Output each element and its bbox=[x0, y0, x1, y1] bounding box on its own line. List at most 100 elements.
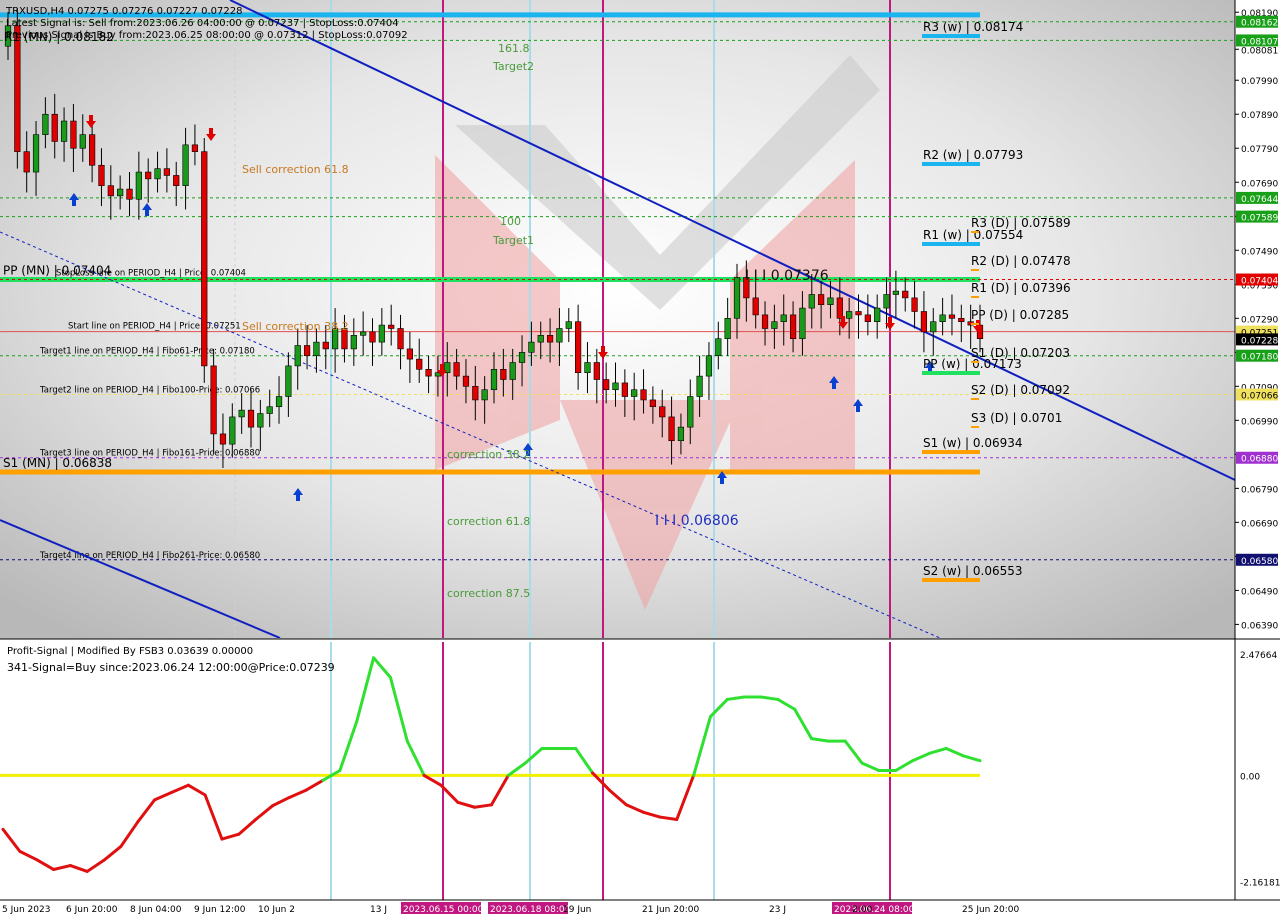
candle-body bbox=[761, 314, 769, 329]
candle-body bbox=[920, 311, 928, 333]
time-label: 5 Jun 2023 bbox=[2, 905, 50, 915]
level-label-start: Start line on PERIOD_H4 | Price: 0.07251 bbox=[68, 322, 241, 332]
candle-body bbox=[930, 321, 937, 333]
candle-body bbox=[126, 188, 133, 200]
candle-body bbox=[509, 362, 516, 380]
candle-body bbox=[546, 335, 554, 343]
candle-body bbox=[416, 358, 423, 370]
annotation-label: correction 38.2 bbox=[447, 448, 530, 461]
time-tag-label: 2023.06.18 08:00 bbox=[490, 905, 571, 915]
candle-body bbox=[911, 297, 918, 312]
candle-body bbox=[612, 382, 619, 391]
candle-body bbox=[500, 369, 507, 380]
annotation-label: I I I 0.06806 bbox=[655, 513, 739, 529]
candle-body bbox=[518, 352, 526, 363]
candle-body bbox=[285, 365, 292, 397]
candle-body bbox=[462, 375, 470, 387]
candle-body bbox=[556, 328, 563, 343]
candle-body bbox=[406, 348, 413, 360]
time-label: 13 J bbox=[370, 905, 387, 915]
candle-body bbox=[892, 290, 899, 295]
price-tick-label: 0.08081 bbox=[1241, 46, 1278, 56]
candle-body bbox=[902, 290, 909, 299]
candle-body bbox=[135, 171, 142, 200]
level-label-target4: Target4 line on PERIOD_H4 | Fibo261-Pric… bbox=[39, 551, 260, 561]
candle-body bbox=[733, 277, 741, 319]
candle-body bbox=[89, 134, 96, 166]
candle-body bbox=[378, 324, 385, 343]
candle-body bbox=[163, 168, 170, 176]
time-label: 23 J bbox=[769, 905, 786, 915]
candle-body bbox=[603, 379, 610, 391]
candle-body bbox=[874, 307, 881, 323]
candle-body bbox=[799, 307, 806, 340]
candle-body bbox=[107, 185, 114, 197]
candle-body bbox=[575, 321, 582, 374]
candle-body bbox=[621, 382, 628, 397]
candle-body bbox=[864, 314, 871, 323]
candle-body bbox=[565, 321, 572, 329]
candle-body bbox=[939, 314, 946, 323]
price-tag-label: 0.07589 bbox=[1241, 214, 1278, 224]
candle-body bbox=[593, 362, 600, 380]
candle-body bbox=[528, 341, 535, 353]
candle-body bbox=[42, 113, 49, 135]
time-tag-label: 2023.06.24 08:00 bbox=[834, 905, 915, 915]
candle-body bbox=[145, 171, 152, 180]
price-tag-label: 0.07180 bbox=[1241, 353, 1278, 363]
candle-body bbox=[705, 355, 713, 377]
candle-body bbox=[397, 328, 404, 350]
time-label: 25 Jun 20:00 bbox=[962, 905, 1019, 915]
oscillator-title: Profit-Signal | Modified By FSB3 0.03639… bbox=[7, 646, 253, 657]
oscillator-axis-label: 0.00 bbox=[1240, 772, 1260, 782]
candle-body bbox=[173, 175, 180, 186]
annotation-label: Sell correction 61.8 bbox=[242, 163, 349, 176]
candle-body bbox=[659, 406, 666, 418]
annotation-label: Target1 bbox=[492, 234, 534, 247]
candle-body bbox=[584, 362, 591, 374]
weekly-pivot-label: S1 (w) | 0.06934 bbox=[923, 436, 1023, 450]
candle-body bbox=[182, 144, 189, 186]
price-tag-label: 0.06580 bbox=[1241, 557, 1278, 567]
price-tag-label: 0.08107 bbox=[1241, 37, 1278, 47]
candle-body bbox=[313, 341, 320, 357]
candle-body bbox=[958, 317, 965, 323]
candle-body bbox=[191, 144, 199, 152]
candle-body bbox=[472, 386, 479, 401]
candle-body bbox=[715, 338, 722, 357]
candle-body bbox=[51, 113, 58, 142]
candle-body bbox=[303, 345, 311, 357]
price-tag-label: 0.06880 bbox=[1241, 455, 1278, 465]
candle-body bbox=[257, 413, 264, 428]
annotation-label: correction 61.8 bbox=[447, 515, 530, 528]
candle-body bbox=[846, 311, 853, 319]
oscillator-signal: 341-Signal=Buy since:2023.06.24 12:00:00… bbox=[7, 661, 335, 674]
candle-body bbox=[14, 25, 21, 152]
time-label: 2:00 bbox=[852, 905, 872, 915]
candle-body bbox=[631, 389, 638, 397]
daily-pivot-label: PP (D) | 0.07285 bbox=[971, 308, 1069, 322]
candle-body bbox=[210, 365, 217, 435]
candle-body bbox=[687, 396, 694, 428]
candle-body bbox=[369, 331, 376, 343]
candle-body bbox=[350, 335, 357, 350]
oscillator-axis-label: 2.47664 bbox=[1240, 651, 1277, 661]
price-tick-label: 0.07290 bbox=[1241, 315, 1278, 325]
candle-body bbox=[677, 426, 685, 442]
candle-body bbox=[201, 151, 208, 367]
candle-body bbox=[117, 188, 124, 197]
candle-body bbox=[98, 164, 105, 186]
candle-body bbox=[752, 297, 759, 316]
time-label: 10 Jun 2 bbox=[258, 905, 295, 915]
candle-body bbox=[780, 314, 787, 323]
candle-body bbox=[322, 341, 329, 350]
daily-pivot-label: R3 (D) | 0.07589 bbox=[971, 216, 1071, 230]
candle-body bbox=[649, 399, 656, 408]
candle-body bbox=[360, 331, 367, 336]
price-tick-label: 0.06690 bbox=[1241, 519, 1278, 529]
candle-body bbox=[481, 389, 488, 401]
time-label: 21 Jun 20:00 bbox=[642, 905, 699, 915]
candle-body bbox=[425, 369, 432, 377]
level-label-target3: Target3 line on PERIOD_H4 | Fibo161-Pric… bbox=[39, 449, 260, 459]
candle-body bbox=[275, 396, 283, 408]
